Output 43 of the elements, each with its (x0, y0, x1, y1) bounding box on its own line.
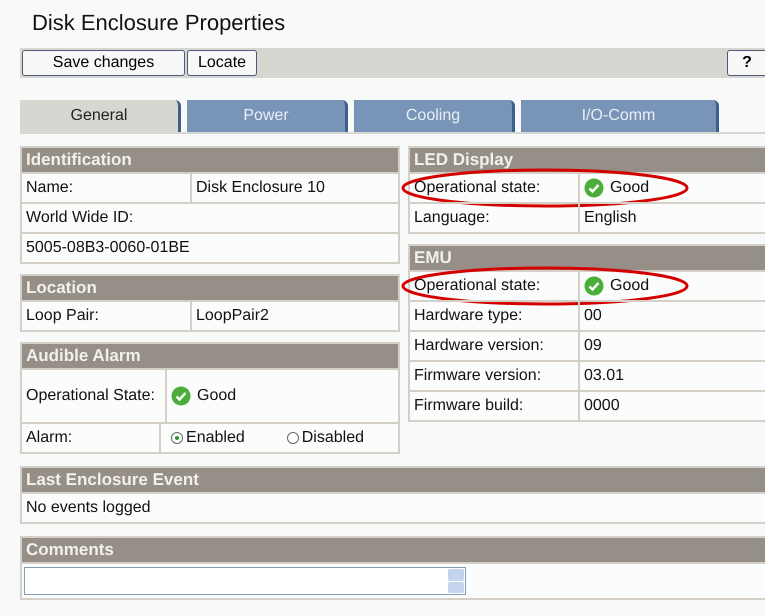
field-label: Language: (410, 204, 580, 232)
field-label: Hardware type: (410, 302, 580, 330)
check-icon (584, 178, 604, 198)
field-label: Firmware version: (410, 362, 580, 390)
status-text: Good (610, 179, 650, 197)
radio-option[interactable]: Disabled (286, 429, 364, 447)
section-header: LED Display (410, 148, 765, 172)
field-label: Alarm: (22, 424, 162, 452)
section-header: Identification (22, 148, 398, 172)
page-title: Disk Enclosure Properties (31, 9, 286, 37)
status-text: Good (197, 387, 236, 405)
field-label: 5005-08B3-0060-01BE (25, 238, 191, 258)
comments-field[interactable] (24, 567, 466, 595)
tab[interactable]: General (20, 100, 181, 132)
field-value: 0000 (584, 397, 620, 415)
section-header: Comments (22, 538, 765, 562)
section-header: Audible Alarm (22, 344, 398, 368)
section-header: Last Enclosure Event (22, 468, 765, 492)
check-icon (584, 276, 604, 296)
field-label: Firmware build: (410, 392, 580, 420)
field-label: Operational State: (22, 370, 167, 422)
field-label: Operational state: (410, 272, 580, 300)
section-header: Location (22, 276, 398, 300)
toolbar-button[interactable]: Save changes (22, 50, 185, 76)
field-value: 00 (584, 307, 602, 325)
field-value: Disk Enclosure 10 (196, 179, 325, 197)
field-label: Hardware version: (410, 332, 580, 360)
field-label: Loop Pair: (22, 302, 192, 330)
scroll-arrows-icon (447, 568, 465, 594)
field-value: 03.01 (584, 367, 624, 385)
check-icon (171, 386, 191, 406)
section-header: EMU (410, 246, 765, 270)
field-label: Name: (22, 174, 192, 202)
field-label: Operational state: (410, 174, 580, 202)
help-button[interactable]: ? (727, 50, 765, 76)
field-label: World Wide ID: (25, 208, 134, 228)
toolbar-button[interactable]: Locate (187, 50, 258, 76)
radio-option[interactable]: Enabled (171, 429, 245, 447)
event-text: No events logged (25, 498, 152, 518)
status-text: Good (610, 277, 650, 295)
field-value: English (584, 209, 636, 227)
field-value: LoopPair2 (196, 307, 269, 325)
field-value: 09 (584, 337, 602, 355)
